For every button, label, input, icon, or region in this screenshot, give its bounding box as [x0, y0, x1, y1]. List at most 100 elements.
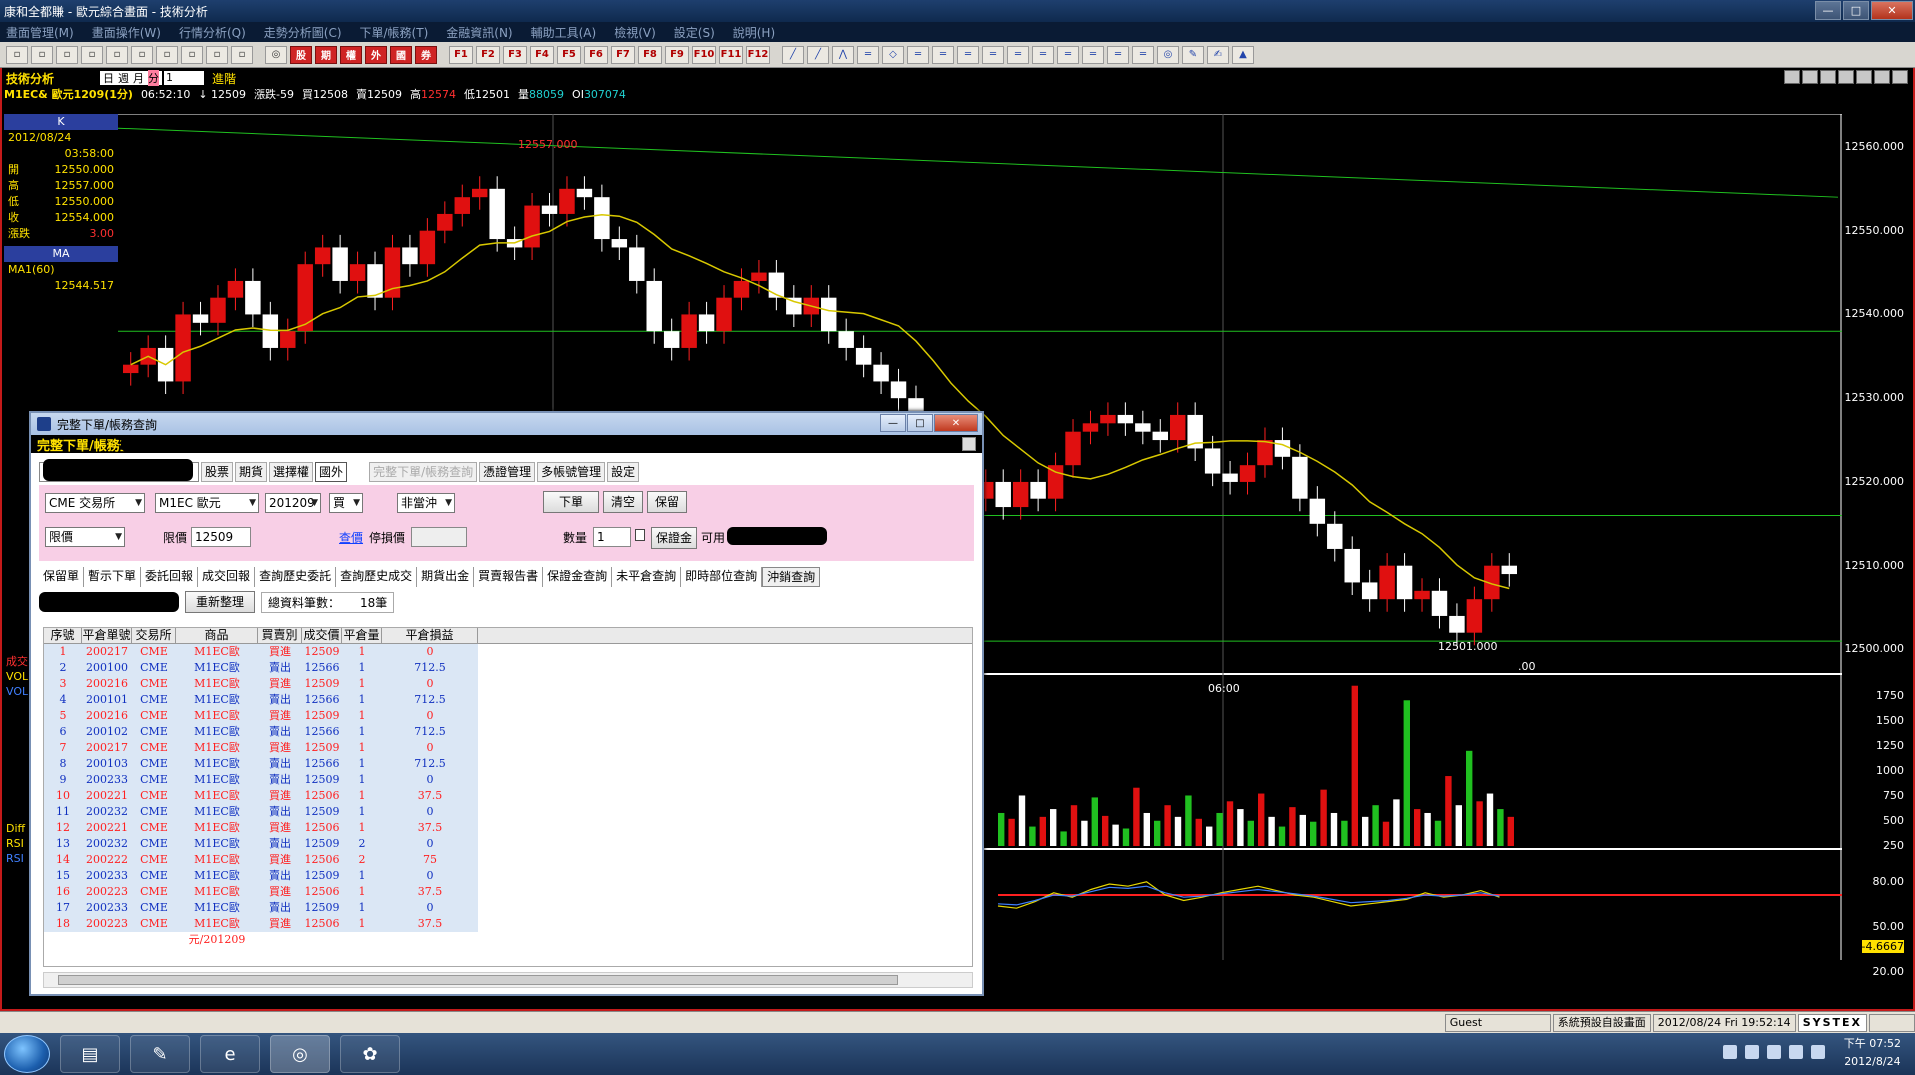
column-header[interactable]: 平倉量 — [342, 628, 382, 643]
table-row[interactable]: 6200102CMEM1EC歐元/201209賣出125661712.5 — [44, 724, 972, 754]
query-price-link[interactable]: 查價 — [339, 529, 363, 546]
chart-tool-icon[interactable] — [1874, 70, 1890, 84]
horizontal-scrollbar[interactable] — [43, 972, 973, 988]
drawing-tool-icon[interactable]: ✎ — [1182, 45, 1204, 64]
tab-futures[interactable]: 期貨 — [235, 462, 268, 482]
menu-item[interactable]: 檢視(V) — [614, 24, 656, 41]
menu-item[interactable]: 說明(H) — [733, 24, 775, 41]
month-select[interactable]: 201209 — [265, 493, 321, 513]
table-row[interactable]: 9200233CMEM1EC歐元/201209賣出1250910 — [44, 772, 972, 802]
table-row[interactable]: 13200232CMEM1EC歐元/201209賣出1250920 — [44, 836, 972, 866]
refresh-button[interactable]: 重新整理 — [185, 591, 255, 613]
menu-item[interactable]: 設定(S) — [674, 24, 715, 41]
concord-app-icon[interactable]: ◎ — [270, 1035, 330, 1073]
interval-input[interactable]: 1 — [164, 71, 204, 85]
drawing-tool-icon[interactable]: ✍ — [1207, 45, 1229, 64]
qty-input[interactable]: 1 — [593, 527, 631, 547]
query-tab[interactable]: 委託回報 — [141, 567, 199, 587]
drawing-tool-icon[interactable]: ═ — [1057, 45, 1079, 64]
market-button[interactable]: 股 — [290, 45, 312, 64]
dialog-close-button[interactable]: ✕ — [934, 414, 978, 432]
fkey-button[interactable]: F10 — [692, 45, 716, 64]
drawing-tool-icon[interactable]: ◎ — [1157, 45, 1179, 64]
drawing-tool-icon[interactable]: ═ — [907, 45, 929, 64]
table-row[interactable]: 5200216CMEM1EC歐元/201209買進1250910 — [44, 708, 972, 738]
drawing-tool-icon[interactable]: ⋀ — [832, 45, 854, 64]
query-tab[interactable]: 查詢歷史成交 — [336, 567, 418, 587]
fkey-button[interactable]: F5 — [557, 45, 581, 64]
column-header[interactable]: 買賣別 — [258, 628, 302, 643]
tab-multi-account[interactable]: 多帳號管理 — [537, 462, 606, 482]
fkey-button[interactable]: F6 — [584, 45, 608, 64]
table-row[interactable]: 1200217CMEM1EC歐元/201209買進1250910 — [44, 644, 972, 674]
chart-tool-icon[interactable] — [1802, 70, 1818, 84]
drawing-tool-icon[interactable]: ◇ — [882, 45, 904, 64]
tab-full-order[interactable]: 完整下單/帳務查詢 — [369, 462, 478, 482]
column-header[interactable]: 交易所 — [132, 628, 176, 643]
market-button[interactable]: 外 — [365, 45, 387, 64]
toolbar-icon[interactable]: ▫ — [31, 45, 53, 64]
limit-price-input[interactable]: 12509 — [191, 527, 251, 547]
tray-icon[interactable] — [1745, 1045, 1759, 1059]
drawing-tool-icon[interactable]: ═ — [1132, 45, 1154, 64]
drawing-tool-icon[interactable]: ═ — [1107, 45, 1129, 64]
drawing-tool-icon[interactable]: ═ — [932, 45, 954, 64]
drawing-tool-icon[interactable]: ╱ — [782, 45, 804, 64]
query-tab[interactable]: 暫示下單 — [84, 567, 142, 587]
column-header[interactable]: 序號 — [44, 628, 82, 643]
toolbar-icon[interactable]: ▫ — [81, 45, 103, 64]
table-row[interactable]: 17200233CMEM1EC歐元/201209賣出1250910 — [44, 900, 972, 930]
query-tab[interactable]: 查詢歷史委託 — [255, 567, 337, 587]
maximize-button[interactable]: □ — [1843, 1, 1869, 20]
column-header[interactable]: 成交價 — [302, 628, 342, 643]
table-row[interactable]: 18 200223 CME M1EC歐元/201209 買進 12506 1 37.5 — [44, 916, 972, 946]
product-select[interactable]: M1EC 歐元 — [155, 493, 259, 513]
tab-foreign[interactable]: 國外 — [315, 462, 348, 482]
price-type-select[interactable]: 限價 — [45, 527, 125, 547]
table-row[interactable]: 16200223CMEM1EC歐元/201209買進12506137.5 — [44, 884, 972, 914]
drawing-tool-icon[interactable]: ╱ — [807, 45, 829, 64]
fkey-button[interactable]: F11 — [719, 45, 743, 64]
minimize-button[interactable]: — — [1815, 1, 1841, 20]
drawing-tool-icon[interactable]: ═ — [957, 45, 979, 64]
tray-icon[interactable] — [1789, 1045, 1803, 1059]
clock[interactable]: 下午 07:52 2012/8/24 — [1844, 1035, 1901, 1071]
tray-icon[interactable] — [1767, 1045, 1781, 1059]
table-row[interactable]: 14200222CMEM1EC歐元/201209買進12506275 — [44, 852, 972, 882]
table-row[interactable]: 10200221CMEM1EC歐元/201209買進12506137.5 — [44, 788, 972, 818]
ie-icon[interactable]: e — [200, 1035, 260, 1073]
column-header[interactable]: 商品 — [176, 628, 258, 643]
tray-icon[interactable] — [1723, 1045, 1737, 1059]
dialog-maximize-button[interactable]: □ — [907, 414, 933, 432]
stop-price-input[interactable] — [411, 527, 467, 547]
drawing-tool-icon[interactable]: ═ — [857, 45, 879, 64]
chart-tool-icon[interactable] — [1892, 70, 1908, 84]
menu-item[interactable]: 金融資訊(N) — [446, 24, 512, 41]
toolbar-icon[interactable]: ▫ — [6, 45, 28, 64]
explorer-icon[interactable]: ▤ — [60, 1035, 120, 1073]
table-row[interactable]: 2200100CMEM1EC歐元/201209賣出125661712.5 — [44, 660, 972, 690]
toolbar-icon[interactable]: ▫ — [106, 45, 128, 64]
menu-item[interactable]: 輔助工具(A) — [531, 24, 597, 41]
tab-cert[interactable]: 憑證管理 — [479, 462, 536, 482]
menu-item[interactable]: 畫面管理(M) — [6, 24, 74, 41]
query-tab[interactable]: 沖銷查詢 — [762, 567, 821, 587]
offset-table[interactable]: 序號 平倉單號 交易所 商品 買賣別 成交價 平倉量 平倉損益 1 200217 CME M1EC歐… — [43, 627, 973, 967]
fkey-button[interactable]: F4 — [530, 45, 554, 64]
exchange-select[interactable]: CME 交易所 — [45, 493, 145, 513]
close-type-select[interactable]: 非當沖 — [397, 493, 455, 513]
toolbar-icon[interactable]: ▫ — [156, 45, 178, 64]
market-button[interactable]: 券 — [415, 45, 437, 64]
notepad-icon[interactable]: ✎ — [130, 1035, 190, 1073]
query-tab[interactable]: 保證金查詢 — [543, 567, 613, 587]
chart-tool-icon[interactable] — [1856, 70, 1872, 84]
clear-button[interactable]: 清空 — [603, 491, 643, 513]
advanced-link[interactable]: 進階 — [212, 70, 236, 87]
fkey-button[interactable]: F12 — [746, 45, 770, 64]
tab-settings[interactable]: 設定 — [607, 462, 640, 482]
column-header[interactable]: 平倉單號 — [82, 628, 132, 643]
order-button[interactable]: 下單 — [543, 491, 599, 513]
paint-icon[interactable]: ✿ — [340, 1035, 400, 1073]
period-week[interactable]: 週 — [118, 70, 129, 86]
chart-tool-icon[interactable] — [1838, 70, 1854, 84]
